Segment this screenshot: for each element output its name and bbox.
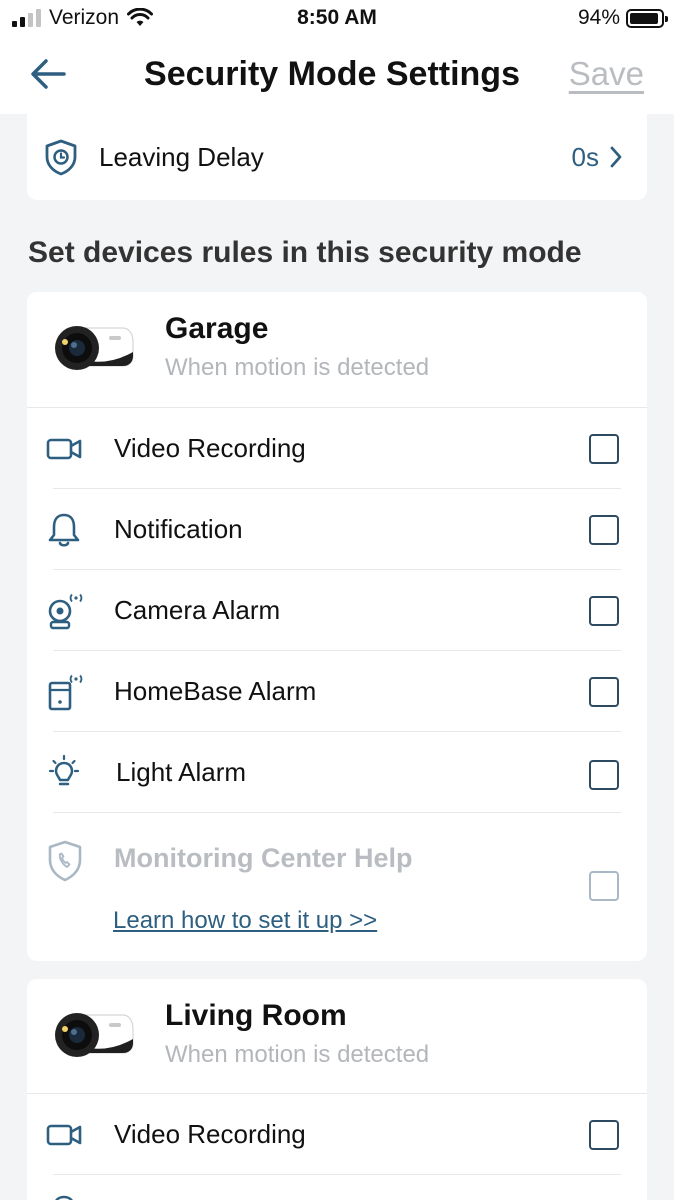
rule-checkbox-notification[interactable] — [589, 515, 619, 545]
device-name: Garage — [165, 312, 269, 345]
homebase-alarm-icon — [48, 674, 83, 711]
leaving-delay-label: Leaving Delay — [99, 141, 264, 172]
rule-label: Camera Alarm — [114, 595, 281, 625]
shield-clock-icon — [45, 139, 77, 176]
battery-percent: 94% — [577, 6, 620, 29]
rule-label: Video Recording — [114, 1119, 306, 1149]
page-title-text: Security Mode Settings — [144, 55, 520, 93]
camera-device-icon — [55, 326, 134, 370]
rule-row-camera-alarm: Camera Alarm — [27, 570, 647, 651]
rule-checkbox-camera-alarm[interactable] — [589, 596, 619, 626]
monitoring-center-label: Monitoring Center Help — [114, 843, 413, 873]
nav-bar: Security Mode Settings Save — [0, 38, 674, 114]
device-subtitle: When motion is detected — [165, 1041, 430, 1068]
rule-row-video-recording: Video Recording — [27, 1094, 647, 1175]
leaving-delay-row[interactable]: Leaving Delay 0s — [27, 114, 647, 200]
device-name: Living Room — [165, 999, 347, 1032]
status-bar-right: 94% — [577, 6, 668, 30]
camera-alarm-icon — [48, 593, 83, 630]
rule-label: Video Recording — [114, 433, 306, 463]
light-bulb-icon — [48, 754, 80, 786]
rule-label: Light Alarm — [116, 757, 247, 787]
save-button[interactable]: Save — [569, 55, 644, 93]
device-subtitle: When motion is detected — [165, 354, 430, 381]
bell-icon — [48, 513, 80, 547]
chevron-right-icon — [610, 146, 622, 168]
rule-checkbox-light-alarm[interactable] — [589, 760, 619, 790]
bell-icon — [55, 1195, 73, 1200]
video-camera-icon — [46, 1124, 82, 1146]
device-card-garage: Garage When motion is detected Video Rec… — [27, 292, 647, 961]
shield-phone-icon — [48, 840, 82, 882]
rule-row-partial — [27, 1175, 647, 1200]
rule-row-video-recording: Video Recording — [27, 408, 647, 489]
video-camera-icon — [46, 438, 82, 460]
status-bar: Verizon 8:50 AM 94% — [0, 0, 674, 38]
device-header: Garage When motion is detected — [27, 292, 647, 408]
rule-checkbox-video-recording[interactable] — [589, 434, 619, 464]
rule-label: HomeBase Alarm — [114, 676, 317, 706]
monitoring-center-row: Monitoring Center Help Learn how to set … — [27, 813, 647, 961]
rule-checkbox-homebase-alarm[interactable] — [589, 677, 619, 707]
monitoring-center-checkbox[interactable] — [589, 871, 619, 901]
status-time: 8:50 AM — [297, 6, 377, 29]
rule-row-notification: Notification — [27, 489, 647, 570]
device-header: Living Room When motion is detected — [27, 979, 647, 1094]
rule-row-homebase-alarm: HomeBase Alarm — [27, 651, 647, 732]
camera-device-icon — [55, 1013, 134, 1057]
battery-icon — [626, 8, 668, 28]
leaving-delay-value: 0s — [571, 141, 599, 172]
rule-checkbox-video-recording[interactable] — [589, 1120, 619, 1150]
leaving-delay-card: Leaving Delay 0s — [27, 114, 647, 200]
device-card-living-room: Living Room When motion is detected Vide… — [27, 979, 647, 1200]
battery-fill — [630, 12, 659, 24]
section-title: Set devices rules in this security mode — [28, 236, 582, 269]
learn-setup-link[interactable]: Learn how to set it up >> — [113, 907, 377, 935]
rule-row-light-alarm: Light Alarm — [27, 732, 647, 813]
rule-label: Notification — [114, 514, 243, 544]
